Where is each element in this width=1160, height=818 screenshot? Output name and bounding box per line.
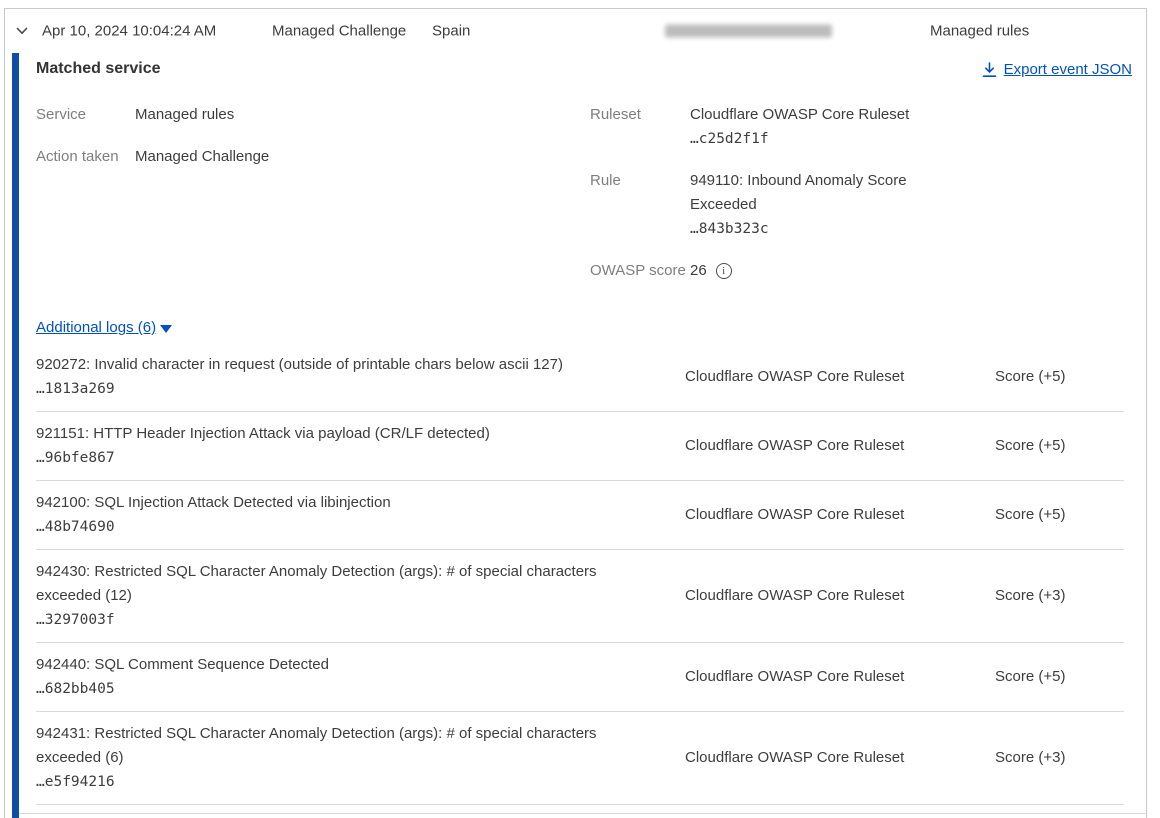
log-row: 942440: SQL Comment Sequence Detected …6… bbox=[36, 643, 1124, 712]
firewall-event-panel: Apr 10, 2024 10:04:24 AM Managed Challen… bbox=[4, 8, 1147, 818]
log-title: 942431: Restricted SQL Character Anomaly… bbox=[36, 722, 685, 770]
additional-logs-label: Additional logs (6) bbox=[36, 319, 156, 336]
panel-bottom-divider bbox=[19, 813, 1146, 814]
chevron-down-icon[interactable] bbox=[14, 23, 30, 39]
ruleset-id: …c25d2f1f bbox=[690, 131, 769, 147]
field-ruleset: Ruleset Cloudflare OWASP Core Ruleset …c… bbox=[590, 103, 928, 151]
log-ruleset: Cloudflare OWASP Core Ruleset bbox=[685, 665, 995, 689]
log-score: Score (+3) bbox=[995, 584, 1124, 608]
log-score: Score (+5) bbox=[995, 365, 1124, 389]
log-rule-id: …48b74690 bbox=[36, 515, 685, 539]
additional-logs-toggle[interactable]: Additional logs (6) bbox=[36, 319, 172, 336]
log-title: 921151: HTTP Header Injection Attack via… bbox=[36, 422, 685, 446]
log-title: 942440: SQL Comment Sequence Detected bbox=[36, 653, 685, 677]
log-row: 942100: SQL Injection Attack Detected vi… bbox=[36, 481, 1124, 550]
owasp-score-value: 26 bbox=[690, 259, 707, 283]
export-event-json-link[interactable]: Export event JSON bbox=[982, 61, 1132, 78]
selected-row-accent-bar bbox=[12, 53, 19, 818]
log-ruleset: Cloudflare OWASP Core Ruleset bbox=[685, 434, 995, 458]
log-ruleset: Cloudflare OWASP Core Ruleset bbox=[685, 503, 995, 527]
log-rule-id: …1813a269 bbox=[36, 377, 685, 401]
fields-left-column: Service Managed rules Action taken Manag… bbox=[36, 103, 1124, 169]
field-owasp-score: OWASP score 26 i bbox=[590, 259, 928, 283]
log-row: 942431: Restricted SQL Character Anomaly… bbox=[36, 712, 1124, 805]
rule-id: …843b323c bbox=[690, 221, 769, 237]
event-service: Managed rules bbox=[930, 23, 1029, 40]
field-service: Service Managed rules bbox=[36, 103, 1124, 127]
download-icon bbox=[982, 62, 997, 78]
field-service-value: Managed rules bbox=[135, 103, 234, 127]
field-rule-value: 949110: Inbound Anomaly Score Exceeded bbox=[690, 172, 907, 213]
info-icon[interactable]: i bbox=[716, 263, 732, 279]
matched-service-title: Matched service bbox=[36, 60, 1124, 78]
caret-down-icon bbox=[160, 325, 172, 333]
log-title: 942430: Restricted SQL Character Anomaly… bbox=[36, 560, 685, 608]
event-action: Managed Challenge bbox=[272, 23, 406, 40]
log-rule-id: …3297003f bbox=[36, 608, 685, 632]
log-row: 920272: Invalid character in request (ou… bbox=[36, 343, 1124, 412]
log-score: Score (+5) bbox=[995, 665, 1124, 689]
redacted-value bbox=[665, 25, 832, 38]
log-ruleset: Cloudflare OWASP Core Ruleset bbox=[685, 746, 995, 770]
fields-right-column: Ruleset Cloudflare OWASP Core Ruleset …c… bbox=[590, 103, 928, 301]
event-timestamp: Apr 10, 2024 10:04:24 AM bbox=[42, 23, 216, 40]
log-ruleset: Cloudflare OWASP Core Ruleset bbox=[685, 584, 995, 608]
log-rule-id: …96bfe867 bbox=[36, 446, 685, 470]
log-ruleset: Cloudflare OWASP Core Ruleset bbox=[685, 365, 995, 389]
log-title: 920272: Invalid character in request (ou… bbox=[36, 353, 685, 377]
field-action-taken-label: Action taken bbox=[36, 145, 135, 169]
field-ruleset-value: Cloudflare OWASP Core Ruleset bbox=[690, 106, 909, 123]
field-rule-label: Rule bbox=[590, 169, 690, 241]
field-service-label: Service bbox=[36, 103, 135, 127]
field-owasp-score-label: OWASP score bbox=[590, 259, 690, 283]
log-rule-id: …e5f94216 bbox=[36, 770, 685, 794]
field-ruleset-label: Ruleset bbox=[590, 103, 690, 151]
event-summary-row[interactable]: Apr 10, 2024 10:04:24 AM Managed Challen… bbox=[5, 9, 1146, 53]
field-rule: Rule 949110: Inbound Anomaly Score Excee… bbox=[590, 169, 928, 241]
log-row: 921151: HTTP Header Injection Attack via… bbox=[36, 412, 1124, 481]
log-score: Score (+5) bbox=[995, 434, 1124, 458]
event-country: Spain bbox=[432, 23, 470, 40]
export-event-json-label: Export event JSON bbox=[1004, 61, 1132, 78]
log-score: Score (+3) bbox=[995, 746, 1124, 770]
field-action-taken: Action taken Managed Challenge bbox=[36, 145, 1124, 169]
event-details: Matched service Export event JSON Servic… bbox=[36, 53, 1124, 805]
log-rule-id: …682bb405 bbox=[36, 677, 685, 701]
log-row: 942430: Restricted SQL Character Anomaly… bbox=[36, 550, 1124, 643]
field-action-taken-value: Managed Challenge bbox=[135, 145, 269, 169]
log-title: 942100: SQL Injection Attack Detected vi… bbox=[36, 491, 685, 515]
log-score: Score (+5) bbox=[995, 503, 1124, 527]
additional-logs-table: 920272: Invalid character in request (ou… bbox=[36, 343, 1124, 805]
